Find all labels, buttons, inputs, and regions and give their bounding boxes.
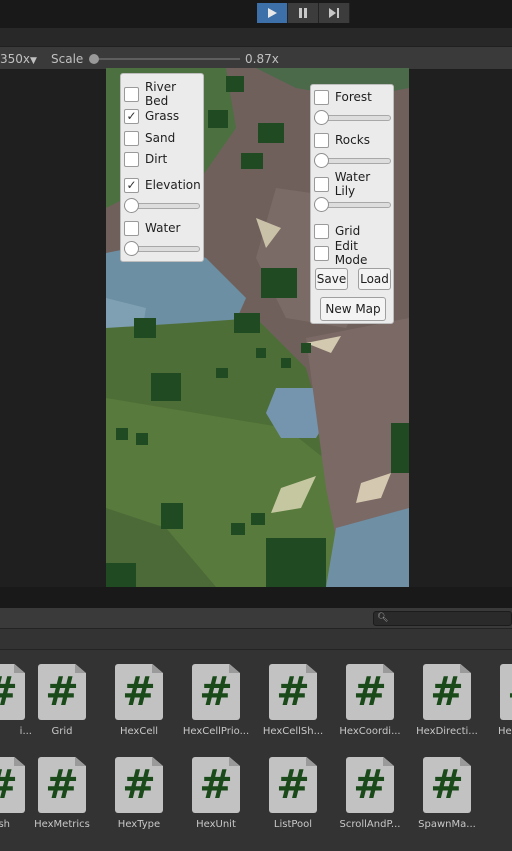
water-checkbox[interactable] <box>124 220 139 236</box>
csharp-script-icon: # <box>423 664 471 720</box>
csharp-script-icon: # <box>346 664 394 720</box>
grid-label: Grid <box>335 224 361 238</box>
new-map-button[interactable]: New Map <box>320 297 386 321</box>
save-button[interactable]: Save <box>315 268 348 290</box>
script-asset[interactable]: # ScrollAndP... <box>331 757 409 837</box>
river-bed-checkbox[interactable] <box>124 86 139 102</box>
panel-divider <box>0 587 512 609</box>
dropdown-arrow-icon: ▼ <box>30 56 37 66</box>
water-lily-label: Water Lily <box>334 170 371 198</box>
water-lily-toggle[interactable]: Water Lily <box>314 170 393 198</box>
csharp-script-icon: # <box>500 664 512 720</box>
script-asset[interactable]: # ListPool <box>254 757 332 837</box>
csharp-script-icon: # <box>115 757 163 813</box>
elevation-slider[interactable] <box>124 198 200 214</box>
checkmark-icon: ✓ <box>126 178 137 192</box>
water-label: Water <box>145 221 181 235</box>
sand-toggle[interactable]: Sand <box>124 129 175 147</box>
water-slider-handle[interactable] <box>124 241 139 256</box>
script-asset[interactable]: # He <box>485 664 512 744</box>
rocks-slider-handle[interactable] <box>314 153 329 168</box>
forest-slider-handle[interactable] <box>314 110 329 125</box>
script-asset[interactable]: # HexType <box>100 757 178 837</box>
dirt-label: Dirt <box>145 152 168 166</box>
grid-toggle[interactable]: Grid <box>314 222 360 240</box>
scale-slider-track[interactable] <box>94 58 240 60</box>
main-toolbar <box>0 0 512 28</box>
sand-checkbox[interactable] <box>124 130 139 146</box>
scale-label: Scale <box>51 52 84 66</box>
river-bed-label: River Bed <box>144 80 177 108</box>
pause-button[interactable] <box>288 3 319 23</box>
csharp-script-icon: # <box>269 664 317 720</box>
water-lily-slider-handle[interactable] <box>314 197 329 212</box>
elevation-checkbox[interactable]: ✓ <box>124 177 139 193</box>
forest-label: Forest <box>335 90 372 104</box>
csharp-script-icon: # <box>346 757 394 813</box>
csharp-script-icon: # <box>423 757 471 813</box>
grass-checkbox[interactable]: ✓ <box>124 108 139 124</box>
river-bed-toggle[interactable]: River Bed <box>124 80 203 108</box>
csharp-script-icon: # <box>0 664 25 720</box>
forest-slider[interactable] <box>314 110 391 126</box>
checkmark-icon: ✓ <box>126 109 137 123</box>
csharp-script-icon: # <box>38 664 86 720</box>
csharp-script-icon: # <box>269 757 317 813</box>
script-asset[interactable]: # HexCellSh... <box>254 664 332 744</box>
scale-value: 0.87x <box>245 52 279 66</box>
water-lily-slider[interactable] <box>314 197 391 213</box>
edit-mode-toggle[interactable]: Edit Mode <box>314 239 393 267</box>
play-button[interactable] <box>257 3 288 23</box>
forest-checkbox[interactable] <box>314 89 329 105</box>
project-assets-grid: # i... # Grid # HexCell # HexCellPrio...… <box>0 650 512 851</box>
search-icon: 🔍︎ <box>377 613 389 623</box>
rocks-toggle[interactable]: Rocks <box>314 131 370 149</box>
project-search-field[interactable]: 🔍︎ <box>373 611 512 626</box>
csharp-script-icon: # <box>192 757 240 813</box>
scale-slider-handle[interactable] <box>89 54 99 64</box>
csharp-script-icon: # <box>0 757 25 813</box>
csharp-script-icon: # <box>115 664 163 720</box>
script-asset[interactable]: # Grid <box>23 664 101 744</box>
csharp-script-icon: # <box>192 664 240 720</box>
pause-icon <box>299 8 307 18</box>
resolution-dropdown[interactable]: 350x▼ <box>0 52 37 66</box>
grass-label: Grass <box>145 109 180 123</box>
project-breadcrumb-bar <box>0 629 512 650</box>
rocks-label: Rocks <box>335 133 370 147</box>
water-toggle[interactable]: Water <box>124 219 180 237</box>
dirt-checkbox[interactable] <box>124 151 139 167</box>
gameview-toolbar: 350x▼ Scale 0.87x <box>0 46 512 70</box>
rocks-slider[interactable] <box>314 153 391 169</box>
script-asset[interactable]: # HexMetrics <box>23 757 101 837</box>
script-asset[interactable]: # HexCoordi... <box>331 664 409 744</box>
script-asset[interactable]: # HexCellPrio... <box>177 664 255 744</box>
step-button[interactable] <box>319 3 350 23</box>
step-icon <box>328 8 339 18</box>
edit-mode-checkbox[interactable] <box>314 245 329 261</box>
forest-toggle[interactable]: Forest <box>314 88 372 106</box>
rocks-checkbox[interactable] <box>314 132 329 148</box>
water-lily-checkbox[interactable] <box>314 176 329 192</box>
script-asset[interactable]: # SpawnMa... <box>408 757 486 837</box>
left-terrain-panel: River Bed ✓ Grass Sand Dirt ✓ Elevation … <box>120 73 204 262</box>
sand-label: Sand <box>145 131 176 145</box>
elevation-slider-handle[interactable] <box>124 198 139 213</box>
edit-mode-label: Edit Mode <box>334 239 368 267</box>
right-features-panel: Forest Rocks Water Lily Grid Edit Mode S… <box>310 84 394 324</box>
csharp-script-icon: # <box>38 757 86 813</box>
play-icon <box>268 8 277 18</box>
elevation-toggle[interactable]: ✓ Elevation <box>124 176 201 194</box>
elevation-label: Elevation <box>145 178 201 192</box>
script-asset[interactable]: # HexCell <box>100 664 178 744</box>
script-asset[interactable]: # HexUnit <box>177 757 255 837</box>
playmode-controls <box>257 3 350 23</box>
water-slider[interactable] <box>124 241 200 257</box>
project-toolbar: 🔍︎ <box>0 608 512 629</box>
load-button[interactable]: Load <box>358 268 391 290</box>
script-asset[interactable]: # HexDirecti... <box>408 664 486 744</box>
grass-toggle[interactable]: ✓ Grass <box>124 107 179 125</box>
dirt-toggle[interactable]: Dirt <box>124 150 167 168</box>
grid-checkbox[interactable] <box>314 223 329 239</box>
